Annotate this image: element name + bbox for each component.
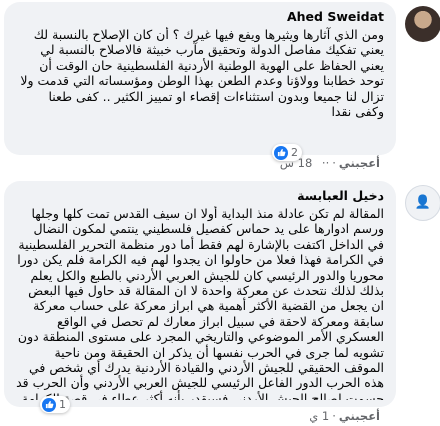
comment-meta: أعجبني·1 ي bbox=[309, 409, 380, 423]
comment-timestamp[interactable]: 18 س bbox=[280, 156, 312, 170]
avatar-placeholder-icon: 👤 bbox=[414, 195, 432, 210]
like-link[interactable]: أعجبني bbox=[339, 156, 380, 170]
comment-author-name[interactable]: دخيل العبابسة bbox=[16, 187, 384, 205]
reaction-summary[interactable]: 1 bbox=[40, 396, 70, 413]
comment-text: ومن الذي آثارها ويثيرها ويفع فيها غيرك ؟… bbox=[20, 27, 384, 120]
more-dots-icon[interactable]: ·· bbox=[322, 156, 329, 170]
comment-2: 👤 دخيل العبابسة المقالة لم تكن عادلة منذ… bbox=[0, 181, 440, 426]
separator-space bbox=[315, 156, 319, 170]
comment-timestamp[interactable]: 1 ي bbox=[309, 409, 329, 423]
comment-meta: أعجبني··· 18 س bbox=[280, 156, 380, 170]
comment-bubble: Ahed Sweidat ومن الذي آثارها ويثيرها ويف… bbox=[4, 2, 396, 155]
reaction-count: 1 bbox=[59, 398, 66, 411]
comment-bubble: دخيل العبابسة المقالة لم تكن عادلة منذ ا… bbox=[4, 181, 396, 407]
separator-dot: · bbox=[332, 409, 336, 423]
like-link[interactable]: أعجبني bbox=[339, 409, 380, 423]
commenter-avatar[interactable] bbox=[405, 6, 440, 42]
commenter-avatar[interactable]: 👤 bbox=[405, 185, 440, 221]
like-thumb-icon bbox=[42, 397, 56, 412]
comment-1: Ahed Sweidat ومن الذي آثارها ويثيرها ويف… bbox=[0, 0, 440, 176]
comment-text: المقالة لم تكن عادلة منذ البداية أولا ان… bbox=[16, 206, 384, 400]
separator-dot: · bbox=[332, 156, 336, 170]
comment-author-name[interactable]: Ahed Sweidat bbox=[16, 8, 384, 26]
